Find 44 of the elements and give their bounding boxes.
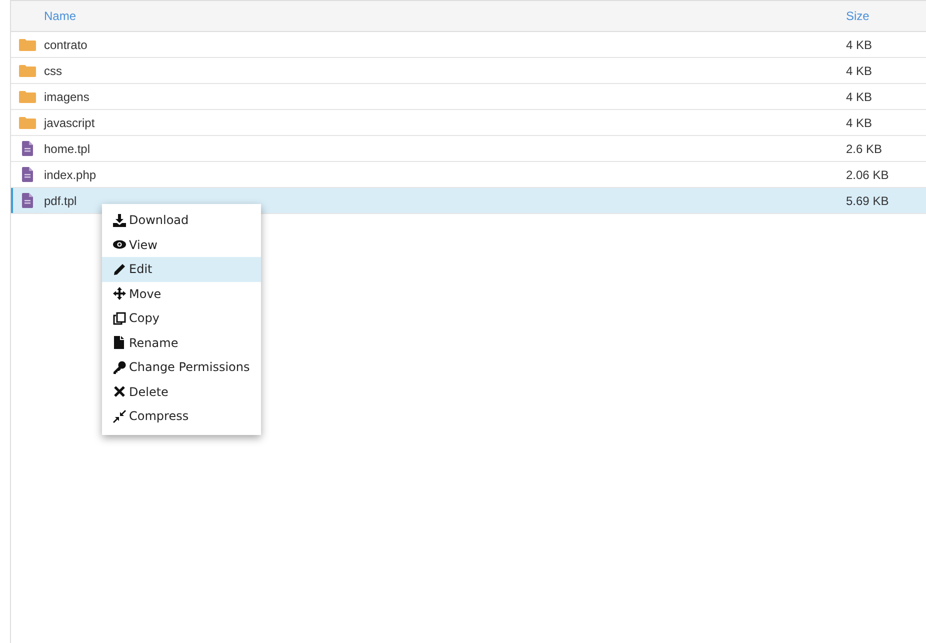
compress-icon	[113, 410, 126, 423]
file-size: 4 KB	[846, 90, 874, 104]
file-row[interactable]: contrato 4 KB	[11, 32, 926, 58]
file-size: 5.69 KB	[846, 194, 890, 208]
folder-icon	[19, 38, 36, 50]
download-icon	[113, 214, 126, 227]
folder-icon	[19, 90, 36, 102]
file-name: contrato	[44, 38, 88, 52]
file-name: imagens	[44, 90, 90, 104]
file-icon	[22, 193, 33, 208]
file-row[interactable]: javascript 4 KB	[11, 110, 926, 136]
file-icon	[22, 167, 33, 182]
file-row[interactable]: css 4 KB	[11, 58, 926, 84]
menu-item[interactable]: Rename	[102, 330, 261, 355]
key-icon	[113, 360, 126, 374]
menu-item[interactable]: Edit	[102, 257, 261, 282]
pencil-icon	[113, 262, 126, 276]
menu-item[interactable]: View	[102, 232, 261, 257]
menu-item[interactable]: Change Permissions	[102, 355, 261, 380]
file-row[interactable]: home.tpl 2.6 KB	[11, 136, 926, 162]
file-size: 4 KB	[846, 116, 874, 130]
close-icon	[113, 385, 126, 398]
file-name: css	[44, 64, 63, 78]
folder-icon	[19, 64, 36, 76]
file-icon	[113, 336, 126, 350]
file-name: pdf.tpl	[44, 194, 78, 208]
file-name: home.tpl	[44, 142, 92, 156]
copy-icon	[113, 312, 126, 325]
file-name: javascript	[44, 116, 96, 130]
file-size: 4 KB	[846, 38, 874, 52]
menu-item[interactable]: Compress	[102, 404, 261, 428]
file-size: 2.06 KB	[846, 168, 890, 182]
file-name: index.php	[44, 168, 98, 182]
eye-icon	[113, 238, 126, 252]
menu-item[interactable]: Move	[102, 282, 261, 306]
file-icon	[22, 141, 33, 156]
file-row[interactable]: imagens 4 KB	[11, 84, 926, 110]
menu-item[interactable]: Copy	[102, 306, 261, 330]
file-size: 4 KB	[846, 64, 874, 78]
move-arrows-icon	[113, 287, 126, 300]
folder-icon	[19, 116, 36, 128]
file-row[interactable]: pdf.tpl 5.69 KB	[11, 188, 926, 214]
file-size: 2.6 KB	[846, 142, 884, 156]
menu-item[interactable]: Delete	[102, 380, 261, 404]
